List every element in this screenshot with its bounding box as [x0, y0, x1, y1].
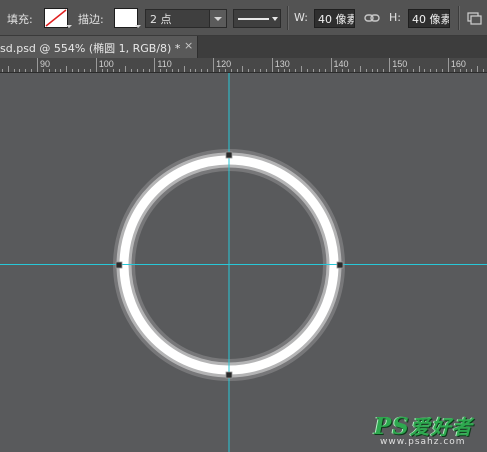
height-field[interactable]: 40 像素	[408, 9, 450, 28]
anchor-point-right[interactable]	[336, 261, 344, 269]
line-preview	[238, 18, 269, 20]
width-label: W:	[294, 11, 308, 24]
anchor-point-bottom[interactable]	[225, 371, 233, 379]
separator	[458, 6, 460, 30]
anchor-point-left[interactable]	[115, 261, 123, 269]
stroke-width-dropdown[interactable]: 2 点	[145, 9, 227, 28]
ruler-label: 150	[392, 59, 407, 69]
document-tab-title: sd.psd @ 554% (椭圆 1, RGB/8) *	[0, 42, 181, 55]
height-label: H:	[389, 11, 401, 24]
canvas-drawing	[0, 73, 487, 452]
watermark-brand: PS爱好者	[374, 413, 473, 440]
ruler-label: 160	[451, 59, 466, 69]
ruler-label: 100	[99, 59, 114, 69]
canvas[interactable]	[0, 73, 487, 452]
separator	[287, 6, 289, 30]
ruler-label: 90	[40, 59, 50, 69]
no-fill-slash-icon	[45, 9, 67, 27]
horizontal-ruler[interactable]: 90 100 110 120 130 140 150 160	[0, 58, 487, 73]
fill-swatch[interactable]	[44, 8, 68, 28]
stroke-dropdown-arrow-icon[interactable]	[135, 25, 141, 28]
document-tab[interactable]: sd.psd @ 554% (椭圆 1, RGB/8) * ×	[0, 36, 198, 58]
watermark-logo: PS爱好者 www.psahz.com	[374, 413, 482, 449]
stroke-label: 描边:	[78, 13, 104, 26]
watermark-url: www.psahz.com	[380, 437, 466, 447]
ruler-label: 110	[157, 59, 171, 69]
document-tab-bar: sd.psd @ 554% (椭圆 1, RGB/8) * ×	[0, 36, 487, 58]
options-bar: 填充: 描边: 2 点 W: 40 像素 H: 40 像素	[0, 0, 487, 36]
photoshop-window: 填充: 描边: 2 点 W: 40 像素 H: 40 像素 sd.psd @ 5…	[0, 0, 487, 452]
chevron-down-icon	[272, 17, 278, 21]
ruler-ticks: 90 100 110 120 130 140 150 160	[2, 58, 484, 72]
ruler-label: 140	[334, 59, 349, 69]
anchor-point-top[interactable]	[225, 151, 233, 159]
width-field[interactable]: 40 像素	[314, 9, 355, 28]
chevron-down-icon[interactable]	[209, 10, 226, 27]
panel-icon[interactable]	[466, 10, 482, 26]
ruler-label: 130	[275, 59, 290, 69]
fill-dropdown-arrow-icon[interactable]	[66, 25, 72, 28]
ruler-label: 120	[216, 59, 231, 69]
link-icon[interactable]	[364, 11, 380, 25]
fill-label: 填充:	[7, 13, 33, 26]
close-icon[interactable]: ×	[184, 39, 193, 52]
stroke-type-dropdown[interactable]	[233, 9, 281, 28]
stroke-width-value: 2 点	[150, 13, 172, 26]
